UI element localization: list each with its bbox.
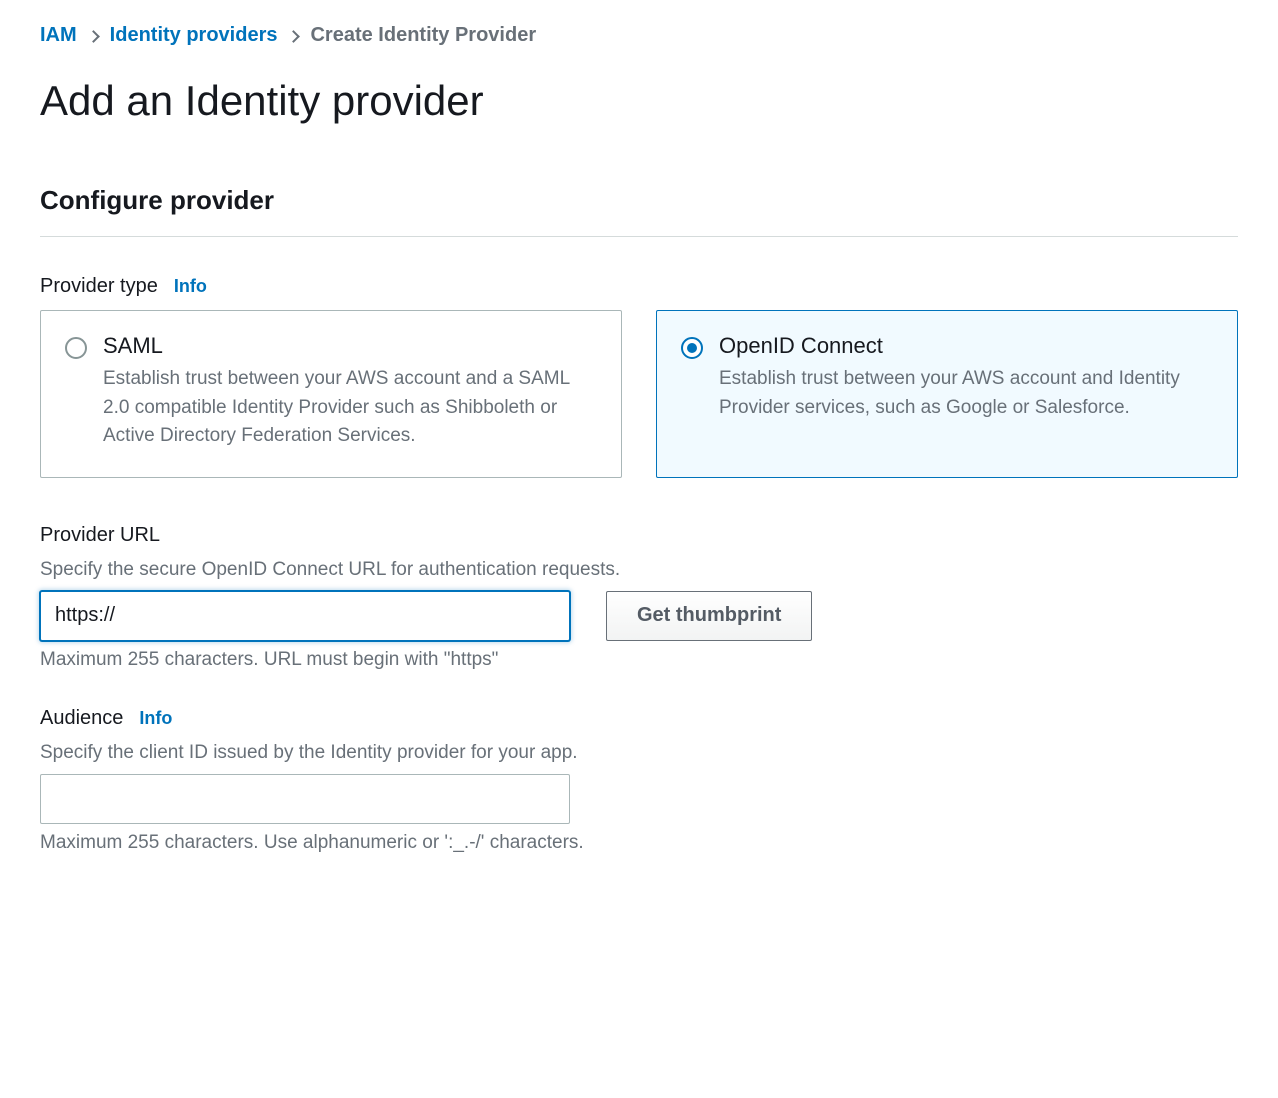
radio-icon: [65, 337, 87, 359]
radio-icon: [681, 337, 703, 359]
provider-url-input-row: Get thumbprint: [40, 591, 1238, 641]
audience-label-row: Audience Info: [40, 707, 1238, 730]
provider-url-hint: Maximum 255 characters. URL must begin w…: [40, 649, 1238, 671]
provider-type-info-link[interactable]: Info: [174, 276, 207, 297]
chevron-right-icon: [289, 24, 298, 47]
breadcrumb-link-identity-providers[interactable]: Identity providers: [110, 24, 278, 47]
provider-type-options: SAML Establish trust between your AWS ac…: [40, 310, 1238, 478]
radio-card-openid-connect[interactable]: OpenID Connect Establish trust between y…: [656, 310, 1238, 478]
radio-content: OpenID Connect Establish trust between y…: [719, 333, 1213, 451]
radio-title-openid: OpenID Connect: [719, 333, 1213, 359]
provider-url-input[interactable]: [40, 591, 570, 641]
audience-hint: Maximum 255 characters. Use alphanumeric…: [40, 832, 1238, 854]
audience-info-link[interactable]: Info: [139, 708, 172, 729]
radio-dot-icon: [687, 343, 697, 353]
get-thumbprint-button[interactable]: Get thumbprint: [606, 591, 812, 641]
audience-label: Audience: [40, 707, 123, 730]
breadcrumb-current: Create Identity Provider: [310, 24, 536, 47]
radio-title-saml: SAML: [103, 333, 597, 359]
provider-url-label-row: Provider URL: [40, 524, 1238, 547]
audience-input[interactable]: [40, 774, 570, 824]
radio-desc-saml: Establish trust between your AWS account…: [103, 365, 597, 451]
page-title: Add an Identity provider: [40, 77, 1238, 125]
breadcrumb: IAM Identity providers Create Identity P…: [40, 24, 1238, 47]
breadcrumb-link-iam[interactable]: IAM: [40, 24, 77, 47]
radio-desc-openid: Establish trust between your AWS account…: [719, 365, 1213, 422]
section-title: Configure provider: [40, 185, 1238, 216]
provider-type-label: Provider type: [40, 275, 158, 298]
chevron-right-icon: [89, 24, 98, 47]
provider-type-label-row: Provider type Info: [40, 275, 1238, 298]
provider-url-label: Provider URL: [40, 524, 160, 547]
radio-content: SAML Establish trust between your AWS ac…: [103, 333, 597, 451]
audience-help: Specify the client ID issued by the Iden…: [40, 742, 1238, 764]
radio-card-saml[interactable]: SAML Establish trust between your AWS ac…: [40, 310, 622, 478]
provider-url-help: Specify the secure OpenID Connect URL fo…: [40, 559, 1238, 581]
divider: [40, 236, 1238, 237]
